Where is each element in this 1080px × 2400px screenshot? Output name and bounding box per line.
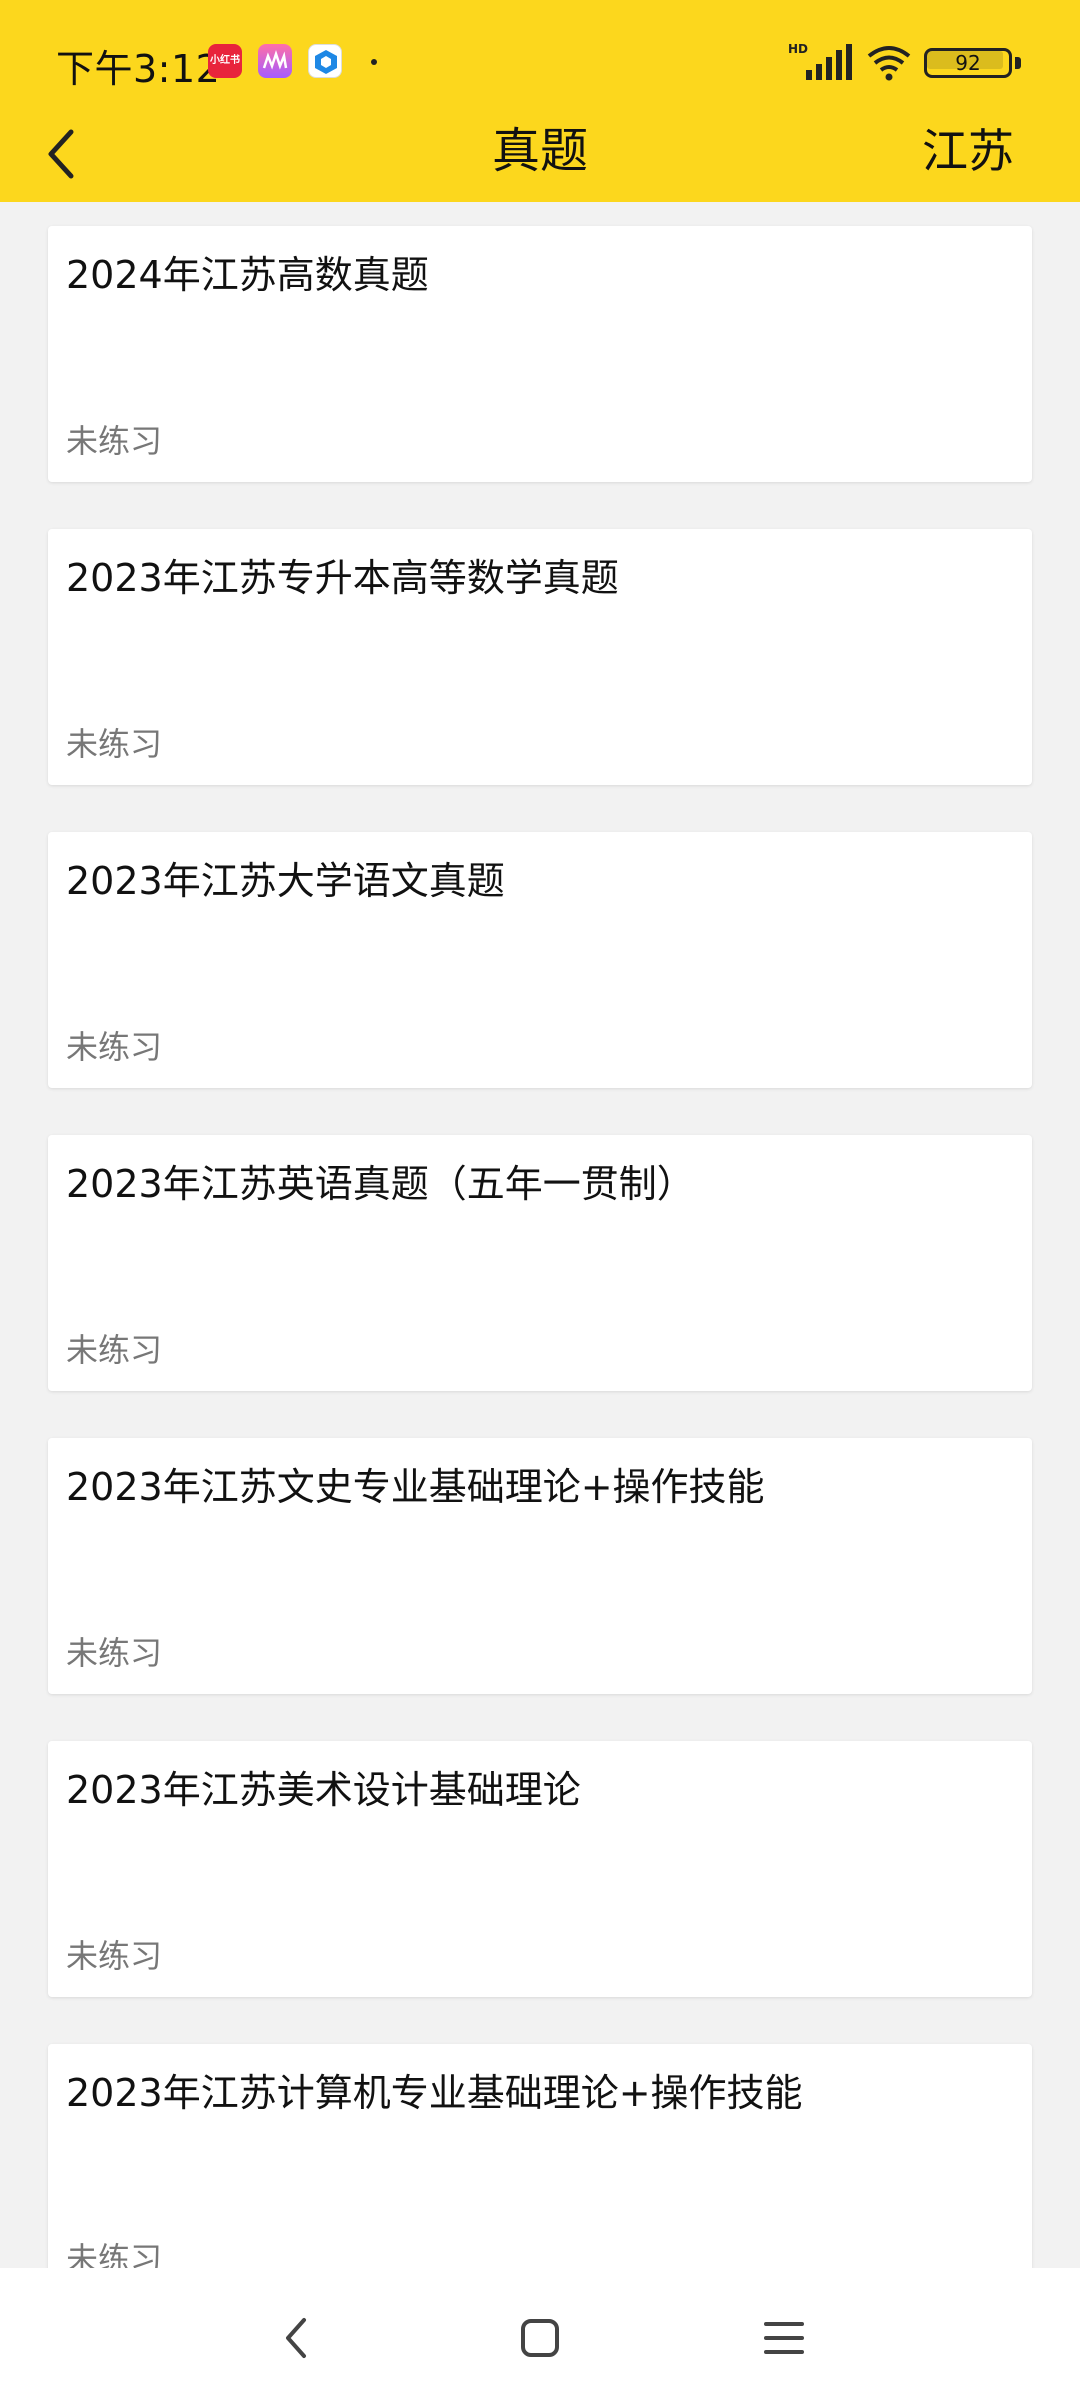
back-icon [286,2318,306,2358]
status-bar: 下午3:12 小红书 HD 92 [0,0,1080,120]
menu-icon [764,2322,804,2354]
exam-paper-card[interactable]: 2023年江苏大学语文真题 未练习 [48,832,1032,1088]
system-home-button[interactable] [510,2308,570,2368]
exam-paper-list: 2024年江苏高数真题 未练习 2023年江苏专升本高等数学真题 未练习 202… [0,202,1080,2268]
xiaohongshu-notification-icon: 小红书 [208,44,242,78]
exam-paper-card[interactable]: 2023年江苏计算机专业基础理论+操作技能 未练习 [48,2044,1032,2268]
battery-icon: 92 [924,48,1022,82]
practice-status: 未练习 [66,1331,163,1369]
exam-paper-card[interactable]: 2023年江苏英语真题（五年一贯制） 未练习 [48,1135,1032,1391]
exam-paper-title: 2023年江苏计算机专业基础理论+操作技能 [66,2071,803,2115]
home-icon [521,2319,559,2357]
exam-paper-title: 2023年江苏文史专业基础理论+操作技能 [66,1465,765,1509]
exam-paper-title: 2024年江苏高数真题 [66,253,429,297]
app-header: 下午3:12 小红书 HD 92 真题 江苏 [0,0,1080,202]
system-recents-button[interactable] [754,2308,814,2368]
cellular-signal-icon [806,44,852,80]
system-navigation-bar [0,2268,1080,2400]
practice-status: 未练习 [66,725,163,763]
cube-app-notification-icon [308,44,342,78]
exam-paper-card[interactable]: 2024年江苏高数真题 未练习 [48,226,1032,482]
notification-label: 小红书 [210,55,240,66]
practice-status: 未练习 [66,422,163,460]
region-selector-button[interactable]: 江苏 [922,120,1014,182]
practice-status: 未练习 [66,1937,163,1975]
exam-paper-card[interactable]: 2023年江苏美术设计基础理论 未练习 [48,1741,1032,1997]
exam-paper-title: 2023年江苏英语真题（五年一贯制） [66,1162,695,1206]
wifi-icon [867,46,911,81]
navigation-bar: 真题 江苏 [0,120,1080,202]
system-back-button[interactable] [266,2308,326,2368]
exam-paper-title: 2023年江苏大学语文真题 [66,859,505,903]
battery-level: 92 [955,51,981,75]
status-time: 下午3:12 [56,47,221,91]
page-title: 真题 [491,123,588,179]
exam-paper-title: 2023年江苏美术设计基础理论 [66,1768,581,1812]
app-notification-icon [258,44,292,78]
exam-paper-title: 2023年江苏专升本高等数学真题 [66,556,619,600]
practice-status: 未练习 [66,2240,163,2268]
exam-paper-card[interactable]: 2023年江苏专升本高等数学真题 未练习 [48,529,1032,785]
practice-status: 未练习 [66,1028,163,1066]
exam-paper-card[interactable]: 2023年江苏文史专业基础理论+操作技能 未练习 [48,1438,1032,1694]
more-notifications-dot [371,59,377,65]
practice-status: 未练习 [66,1634,163,1672]
